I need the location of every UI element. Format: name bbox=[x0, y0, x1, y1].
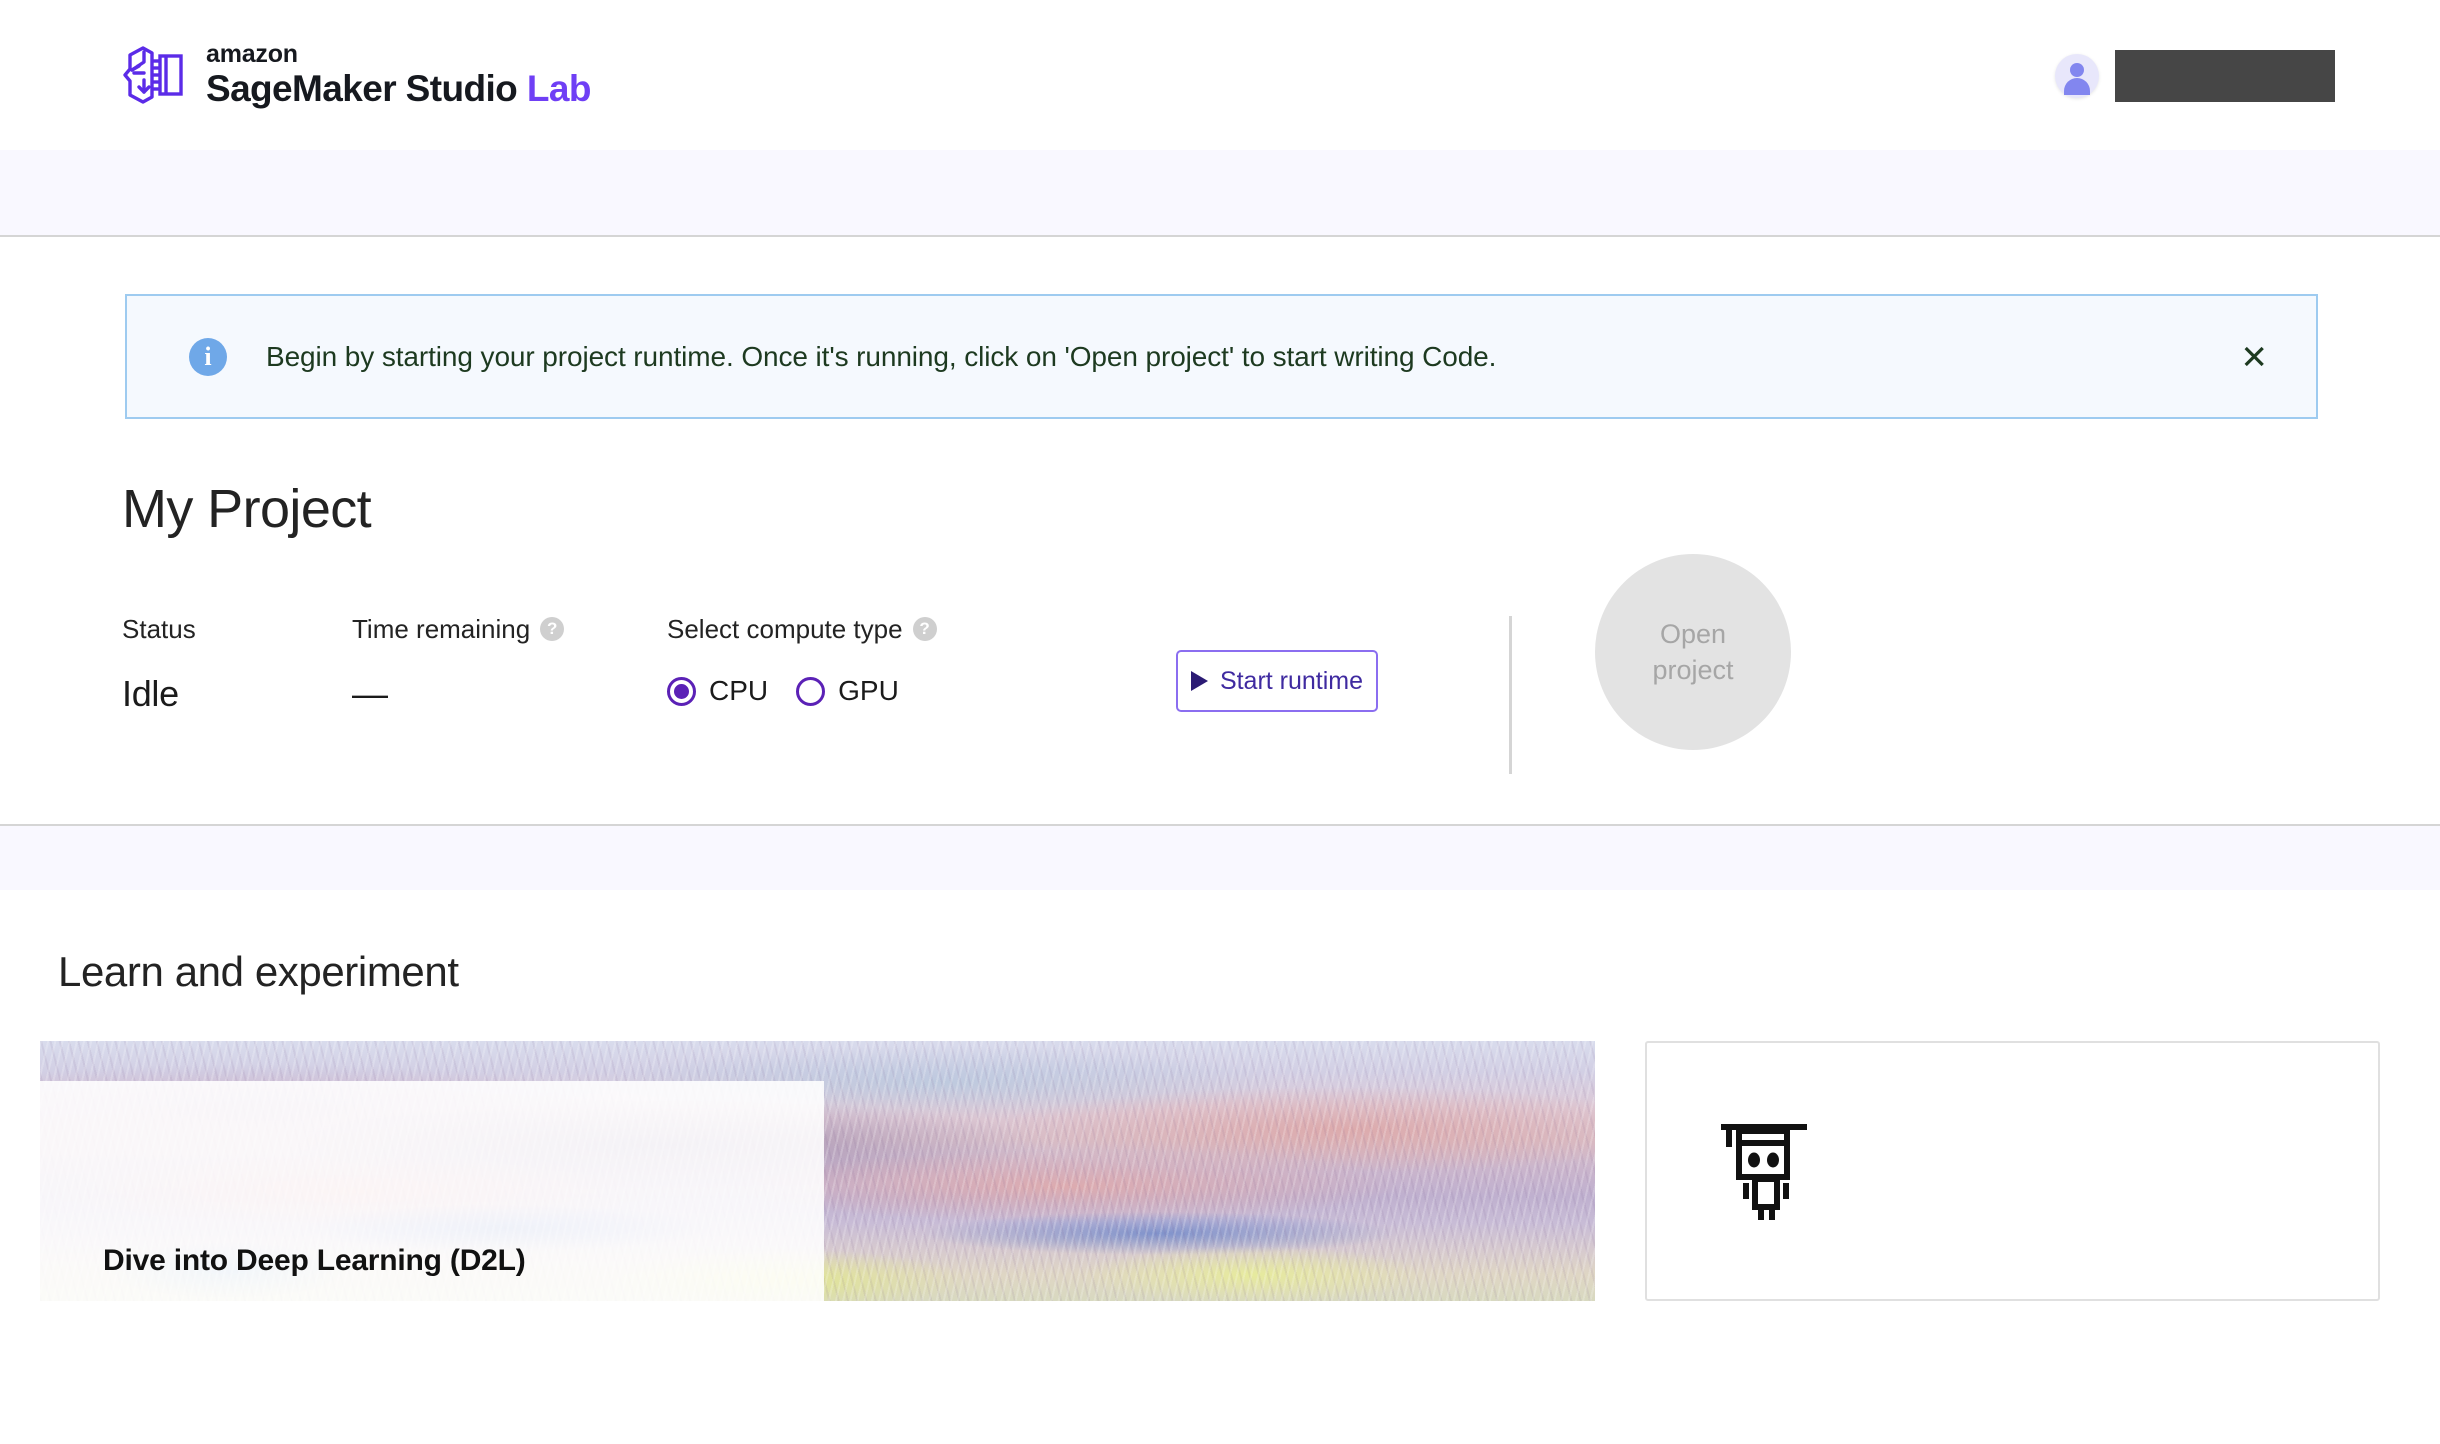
user-name-redacted bbox=[2115, 50, 2335, 102]
start-runtime-button[interactable]: Start runtime bbox=[1176, 650, 1378, 712]
start-runtime-cell: Start runtime bbox=[1176, 650, 1378, 712]
info-circle-icon: i bbox=[189, 337, 227, 376]
brand-lab-accent: Lab bbox=[526, 67, 592, 109]
user-menu[interactable] bbox=[2055, 50, 2335, 102]
graduate-robot-icon bbox=[1721, 1124, 1807, 1220]
project-panel: My Project Status Idle Time remaining ? … bbox=[0, 478, 2440, 792]
play-icon bbox=[1190, 671, 1208, 691]
learn-cards-row: Dive into Deep Learning (D2L) bbox=[40, 1041, 2400, 1301]
project-controls-row: Status Idle Time remaining ? — Select co… bbox=[122, 554, 2318, 792]
status-field: Status Idle bbox=[122, 612, 352, 715]
brand-logo[interactable]: amazon SageMaker Studio Lab bbox=[122, 41, 591, 108]
brand-text: amazon SageMaker Studio Lab bbox=[206, 41, 591, 108]
help-circle-icon[interactable]: ? bbox=[912, 617, 937, 641]
time-remaining-label: Time remaining ? bbox=[352, 612, 667, 646]
info-banner-message: Begin by starting your project runtime. … bbox=[266, 340, 1497, 372]
compute-type-label-text: Select compute type bbox=[667, 613, 903, 644]
sagemaker-brain-chip-logo-icon bbox=[123, 46, 183, 104]
banner-container: i Begin by starting your project runtime… bbox=[0, 237, 2440, 419]
secondary-toolbar bbox=[0, 150, 2440, 237]
open-project-line2: project bbox=[1652, 655, 1734, 685]
info-banner: i Begin by starting your project runtime… bbox=[125, 294, 2318, 419]
radio-label-gpu: GPU bbox=[838, 675, 899, 706]
time-remaining-field: Time remaining ? — bbox=[352, 612, 667, 715]
learn-and-experiment-section: Learn and experiment Dive into Deep Lear… bbox=[0, 948, 2440, 1301]
brand-product-main: SageMaker Studio bbox=[206, 67, 527, 109]
robot-card[interactable] bbox=[1645, 1041, 2380, 1301]
compute-type-field: Select compute type ? CPU GPU bbox=[667, 612, 1030, 707]
vertical-divider bbox=[1509, 616, 1512, 774]
brand-product-text: SageMaker Studio Lab bbox=[206, 67, 592, 109]
section-divider-bar bbox=[0, 824, 2440, 890]
user-avatar-icon[interactable] bbox=[2055, 54, 2099, 98]
d2l-card-title: Dive into Deep Learning (D2L) bbox=[103, 1244, 526, 1277]
compute-type-label: Select compute type ? bbox=[667, 612, 1030, 646]
radio-option-gpu[interactable]: GPU bbox=[796, 675, 899, 707]
page-title: My Project bbox=[122, 479, 372, 539]
app-header: amazon SageMaker Studio Lab bbox=[0, 0, 2440, 150]
time-remaining-label-text: Time remaining bbox=[352, 613, 531, 644]
robot-eye-left bbox=[1748, 1152, 1760, 1168]
radio-label-cpu: CPU bbox=[709, 675, 769, 706]
open-project-button[interactable]: Open project bbox=[1595, 554, 1791, 750]
status-label: Status bbox=[122, 613, 196, 644]
status-value: Idle bbox=[122, 673, 179, 714]
compute-type-radio-group: CPU GPU bbox=[667, 675, 1030, 707]
help-circle-icon[interactable]: ? bbox=[540, 617, 565, 641]
radio-dot-gpu[interactable] bbox=[796, 676, 826, 706]
radio-option-cpu[interactable]: CPU bbox=[667, 675, 768, 707]
open-project-label: Open project bbox=[1652, 616, 1733, 689]
learn-section-title: Learn and experiment bbox=[58, 948, 459, 995]
brand-amazon-text: amazon bbox=[206, 40, 298, 69]
close-icon[interactable]: ✕ bbox=[2240, 340, 2268, 373]
radio-dot-cpu[interactable] bbox=[667, 676, 696, 706]
start-runtime-label: Start runtime bbox=[1219, 666, 1364, 695]
open-project-line1: Open bbox=[1659, 618, 1727, 649]
robot-eye-right bbox=[1767, 1152, 1779, 1168]
d2l-card[interactable]: Dive into Deep Learning (D2L) bbox=[40, 1041, 1595, 1301]
time-remaining-value: — bbox=[352, 673, 388, 714]
